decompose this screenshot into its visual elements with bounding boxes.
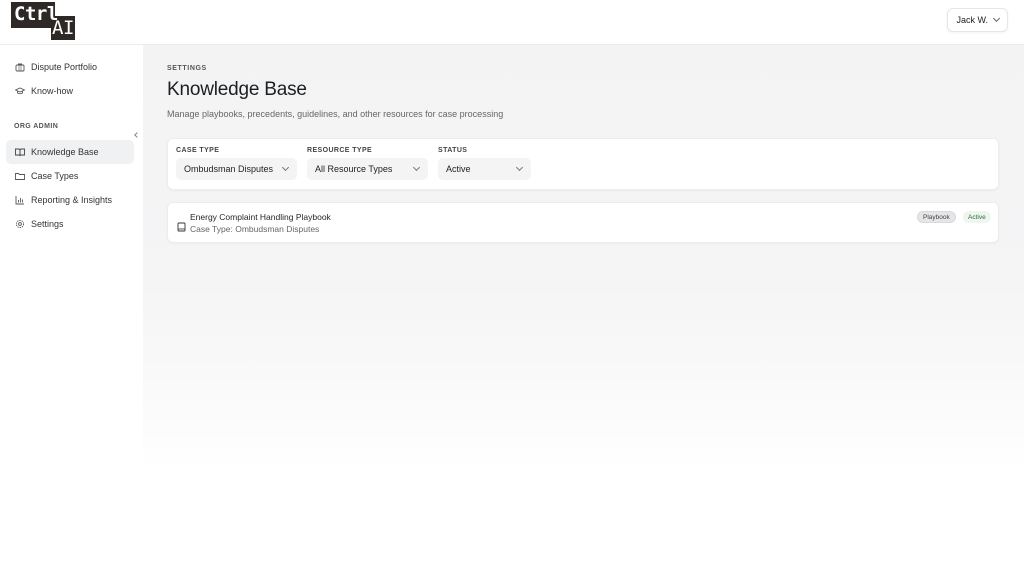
chevron-down-icon xyxy=(515,163,524,172)
main-content: SETTINGS Knowledge Base Manage playbooks… xyxy=(143,45,1024,574)
sidebar-item-case-types[interactable]: Case Types xyxy=(6,164,134,188)
chevron-left-icon xyxy=(134,132,140,138)
chevron-down-icon xyxy=(281,163,290,172)
filter-label: STATUS xyxy=(438,147,468,154)
chevron-down-icon xyxy=(992,14,1001,23)
sidebar-item-reporting-insights[interactable]: Reporting & Insights xyxy=(6,188,134,212)
gear-icon xyxy=(15,219,25,229)
sidebar-item-label: Know-how xyxy=(31,86,74,96)
filter-case-type: CASE TYPE Ombudsman Disputes xyxy=(176,147,297,180)
sidebar-item-settings[interactable]: Settings xyxy=(6,212,134,236)
sidebar-item-label: Reporting & Insights xyxy=(31,195,113,205)
book-icon xyxy=(177,219,186,232)
briefcase-icon xyxy=(15,62,25,72)
sidebar-item-know-how[interactable]: Know-how xyxy=(6,79,134,103)
resource-card[interactable]: Energy Complaint Handling Playbook Case … xyxy=(167,202,999,243)
select-value: Ombudsman Disputes xyxy=(184,164,274,174)
sidebar-item-label: Knowledge Base xyxy=(31,147,99,157)
logo-text-ai: AI xyxy=(52,17,74,39)
resource-type-select[interactable]: All Resource Types xyxy=(307,158,428,180)
user-name: Jack W. xyxy=(956,15,988,25)
sidebar-item-label: Case Types xyxy=(31,171,79,181)
collapse-sidebar-button[interactable] xyxy=(132,130,142,140)
bar-chart-icon xyxy=(15,195,25,205)
resource-case-type: Case Type: Ombudsman Disputes xyxy=(190,224,320,234)
status-badge: Active xyxy=(963,211,991,223)
sidebar-item-knowledge-base[interactable]: Knowledge Base xyxy=(6,140,134,164)
top-bar: Ctrl AI Jack W. xyxy=(0,0,1024,45)
filter-status: STATUS Active xyxy=(438,147,531,180)
page-title: Knowledge Base xyxy=(167,79,307,100)
graduation-cap-icon xyxy=(15,86,25,96)
select-value: All Resource Types xyxy=(315,164,393,174)
sidebar-item-dispute-portfolio[interactable]: Dispute Portfolio xyxy=(6,55,134,79)
page-subtitle: Manage playbooks, precedents, guidelines… xyxy=(167,109,504,119)
filter-label: CASE TYPE xyxy=(176,147,220,154)
filter-panel: CASE TYPE Ombudsman Disputes RESOURCE TY… xyxy=(167,138,999,190)
sidebar: Dispute Portfolio Know-how ORG ADMIN Kno… xyxy=(0,45,143,574)
sidebar-item-label: Settings xyxy=(31,219,64,229)
folder-icon xyxy=(15,171,25,181)
filter-resource-type: RESOURCE TYPE All Resource Types xyxy=(307,147,428,180)
select-value: Active xyxy=(446,164,471,174)
sidebar-item-label: Dispute Portfolio xyxy=(31,62,98,72)
resource-name: Energy Complaint Handling Playbook xyxy=(190,212,331,222)
section-label-org-admin: ORG ADMIN xyxy=(14,123,59,130)
status-select[interactable]: Active xyxy=(438,158,531,180)
breadcrumb: SETTINGS xyxy=(167,65,207,72)
filter-label: RESOURCE TYPE xyxy=(307,147,373,154)
chevron-down-icon xyxy=(412,163,421,172)
ctrl-ai-logo[interactable]: Ctrl AI xyxy=(11,2,75,40)
case-type-select[interactable]: Ombudsman Disputes xyxy=(176,158,297,180)
book-open-icon xyxy=(15,147,25,157)
user-menu-button[interactable]: Jack W. xyxy=(947,8,1008,32)
resource-type-badge: Playbook xyxy=(917,211,956,223)
